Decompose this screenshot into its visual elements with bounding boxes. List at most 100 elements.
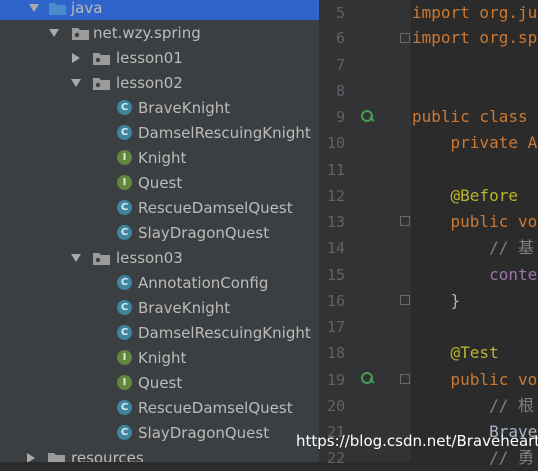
tree-item-label: DamselRescuingKnight: [138, 323, 311, 342]
tree-item-label: Knight: [138, 148, 187, 167]
line-number: 15: [326, 266, 345, 284]
class-icon: C: [117, 300, 132, 315]
interface-icon: I: [117, 175, 132, 190]
code-line[interactable]: public vo: [412, 367, 538, 393]
class-icon: C: [117, 400, 132, 415]
line-number: 13: [326, 213, 345, 231]
tree-item-package[interactable]: net.wzy.spring: [0, 20, 319, 45]
tree-item-label: AnnotationConfig: [138, 273, 269, 292]
fold-marker-icon[interactable]: [400, 216, 410, 226]
package-icon: [93, 251, 110, 265]
fold-marker-icon[interactable]: [400, 374, 410, 384]
code-line[interactable]: public class: [412, 104, 537, 130]
tree-item-package[interactable]: lesson03: [0, 245, 319, 270]
code-line[interactable]: // 基: [412, 235, 534, 261]
interface-icon: I: [117, 375, 132, 390]
line-number: 8: [335, 82, 345, 100]
tree-item-label: java: [71, 0, 103, 17]
class-icon: C: [117, 100, 132, 115]
code-line[interactable]: private A: [412, 130, 538, 156]
run-test-icon[interactable]: [361, 372, 375, 386]
code-line[interactable]: import org.ju: [412, 0, 537, 26]
watermark-text: https://blog.csdn.net/Braveheart: [296, 432, 538, 450]
line-number: 10: [326, 134, 345, 152]
tree-item-interface[interactable]: I Quest: [0, 370, 319, 395]
line-number: 9: [335, 108, 345, 126]
tree-item-label: net.wzy.spring: [93, 23, 201, 42]
chevron-right-icon[interactable]: [72, 52, 80, 63]
fold-marker-icon[interactable]: [400, 295, 410, 305]
package-icon: [93, 76, 110, 90]
line-number: 20: [326, 397, 345, 415]
run-test-icon[interactable]: [361, 110, 375, 124]
tree-item-java[interactable]: java: [0, 0, 319, 20]
code-line[interactable]: public vo: [412, 209, 538, 235]
tree-item-label: RescueDamselQuest: [138, 198, 293, 217]
code-line[interactable]: import org.sp: [412, 25, 537, 51]
package-icon: [93, 51, 110, 65]
chevron-down-icon[interactable]: [29, 4, 39, 12]
tree-item-label: lesson01: [116, 48, 183, 67]
folder-icon: [48, 451, 65, 462]
tree-item-label: RescueDamselQuest: [138, 398, 293, 417]
chevron-right-icon[interactable]: [27, 452, 35, 462]
class-icon: C: [117, 275, 132, 290]
code-editor[interactable]: 5 6 7 8 9 10 11 12 13 14 15 16 17 18 19 …: [319, 0, 538, 467]
code-line[interactable]: conte: [412, 262, 537, 288]
tree-item-interface[interactable]: I Quest: [0, 170, 319, 195]
tree-item-label: Quest: [138, 173, 183, 192]
tree-item-label: BraveKnight: [138, 98, 231, 117]
tree-item-label: lesson03: [116, 248, 183, 267]
tree-item-label: Quest: [138, 373, 183, 392]
line-number: 5: [335, 4, 345, 22]
line-number: 7: [335, 56, 345, 74]
tree-item-class[interactable]: C BraveKnight: [0, 295, 319, 320]
class-icon: C: [117, 225, 132, 240]
tree-item-label: lesson02: [116, 73, 183, 92]
class-icon: C: [117, 125, 132, 140]
code-line[interactable]: }: [412, 288, 461, 314]
package-icon: [72, 26, 89, 40]
fold-marker-icon[interactable]: [400, 33, 410, 43]
tree-item-class[interactable]: C RescueDamselQuest: [0, 395, 319, 420]
line-number: 16: [326, 292, 345, 310]
chevron-down-icon[interactable]: [71, 254, 81, 262]
tree-item-class[interactable]: C RescueDamselQuest: [0, 195, 319, 220]
line-number: 17: [326, 318, 345, 336]
tree-item-class[interactable]: C DamselRescuingKnight: [0, 120, 319, 145]
code-line[interactable]: @Test: [412, 340, 499, 366]
line-number: 6: [335, 29, 345, 47]
line-number: 19: [326, 371, 345, 389]
tree-item-interface[interactable]: I Knight: [0, 145, 319, 170]
line-number: 18: [326, 344, 345, 362]
tree-item-label: Knight: [138, 348, 187, 367]
interface-icon: I: [117, 350, 132, 365]
tree-item-label: resources: [71, 448, 144, 463]
chevron-down-icon[interactable]: [49, 29, 59, 37]
interface-icon: I: [117, 150, 132, 165]
tree-item-class[interactable]: C DamselRescuingKnight: [0, 320, 319, 345]
tree-item-package[interactable]: lesson02: [0, 70, 319, 95]
tree-item-class[interactable]: C SlayDragonQuest: [0, 420, 319, 445]
project-tree-panel: java net.wzy.spring lesson01 lesson02 C …: [0, 0, 319, 462]
tree-item-resources[interactable]: resources: [0, 445, 319, 462]
tree-item-interface[interactable]: I Knight: [0, 345, 319, 370]
chevron-down-icon[interactable]: [71, 79, 81, 87]
line-number: 11: [326, 161, 345, 179]
tree-item-package[interactable]: lesson01: [0, 45, 319, 70]
tree-item-label: BraveKnight: [138, 298, 231, 317]
tree-item-class[interactable]: C AnnotationConfig: [0, 270, 319, 295]
tree-item-class[interactable]: C BraveKnight: [0, 95, 319, 120]
class-icon: C: [117, 325, 132, 340]
tree-item-label: SlayDragonQuest: [138, 423, 270, 442]
folder-icon: [49, 1, 66, 15]
class-icon: C: [117, 200, 132, 215]
tree-item-label: DamselRescuingKnight: [138, 123, 311, 142]
code-line[interactable]: @Before: [412, 183, 518, 209]
class-icon: C: [117, 425, 132, 440]
tree-item-class[interactable]: C SlayDragonQuest: [0, 220, 319, 245]
tree-item-label: SlayDragonQuest: [138, 223, 270, 242]
line-number: 12: [326, 187, 345, 205]
line-number: 14: [326, 239, 345, 257]
code-line[interactable]: // 根: [412, 393, 534, 419]
